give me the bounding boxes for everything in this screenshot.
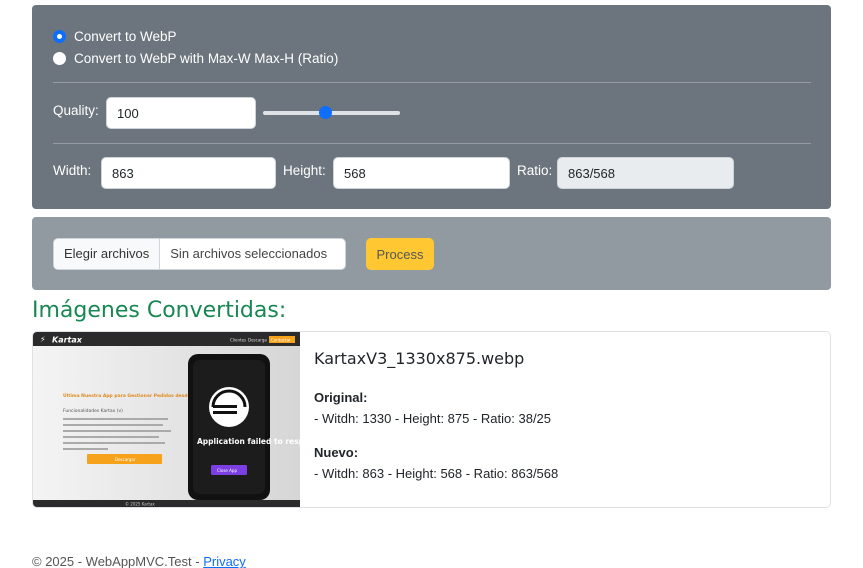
choose-files-button[interactable]: Elegir archivos	[54, 239, 161, 269]
original-label: Original:	[314, 390, 368, 405]
footer-text: © 2025 - WebAppMVC.Test -	[32, 554, 204, 568]
original-info: - Witdh: 1330 - Height: 875 - Ratio: 38/…	[314, 411, 552, 426]
height-label: Height:	[283, 163, 326, 178]
radio-convert-webp[interactable]: Convert to WebP	[53, 29, 177, 44]
footer: © 2025 - WebAppMVC.Test - Privacy	[32, 554, 246, 568]
slider-thumb[interactable]	[319, 106, 332, 119]
thumb-phone-text: Application failed to respond	[197, 437, 300, 446]
thumb-features: Funcionalidades Kartax (v)	[63, 408, 123, 414]
thumb-phone-button: Close App	[217, 468, 237, 473]
thumb-brand: Kartax	[52, 336, 83, 345]
divider	[53, 143, 811, 144]
settings-panel: Convert to WebP Convert to WebP with Max…	[32, 5, 831, 209]
ratio-label: Ratio:	[517, 163, 553, 178]
ratio-input	[557, 157, 734, 189]
quality-input[interactable]	[106, 97, 256, 129]
result-card: ⚡ Kartax Clientes Descarga Contactar Últ…	[32, 331, 831, 508]
quality-slider[interactable]	[263, 106, 400, 120]
privacy-link[interactable]: Privacy	[203, 554, 246, 568]
converted-file-name: KartaxV3_1330x875.webp	[314, 349, 525, 368]
thumb-nav-2: Descarga	[248, 338, 267, 343]
radio-convert-webp-ratio[interactable]: Convert to WebP with Max-W Max-H (Ratio)	[53, 51, 338, 66]
file-input[interactable]: Elegir archivos Sin archivos seleccionad…	[53, 238, 346, 270]
height-input[interactable]	[333, 157, 510, 189]
thumb-nav-1: Clientes	[230, 338, 246, 343]
divider	[53, 82, 811, 83]
converted-images-title: Imágenes Convertidas:	[32, 298, 287, 323]
thumbnail-image: ⚡ Kartax Clientes Descarga Contactar Últ…	[33, 332, 300, 507]
thumb-logo-icon: ⚡	[40, 335, 46, 344]
radio-checked-icon[interactable]	[53, 30, 66, 43]
radio-unchecked-icon[interactable]	[53, 52, 66, 65]
thumb-cta: Descargar	[115, 457, 136, 462]
new-label: Nuevo:	[314, 445, 359, 460]
upload-panel: Elegir archivos Sin archivos seleccionad…	[32, 217, 831, 290]
radio-label: Convert to WebP with Max-W Max-H (Ratio)	[74, 51, 339, 66]
quality-label: Quality:	[53, 103, 99, 118]
converted-image-thumbnail: ⚡ Kartax Clientes Descarga Contactar Últ…	[33, 332, 300, 507]
width-input[interactable]	[101, 157, 276, 189]
width-label: Width:	[53, 163, 92, 178]
no-files-text: Sin archivos seleccionados	[170, 246, 328, 261]
thumb-footer: © 2025 Kartax	[125, 502, 155, 507]
thumb-nav-cta: Contactar	[271, 338, 291, 343]
radio-label: Convert to WebP	[74, 29, 177, 44]
new-info: - Witdh: 863 - Height: 568 - Ratio: 863/…	[314, 466, 559, 481]
process-button[interactable]: Process	[366, 238, 434, 270]
